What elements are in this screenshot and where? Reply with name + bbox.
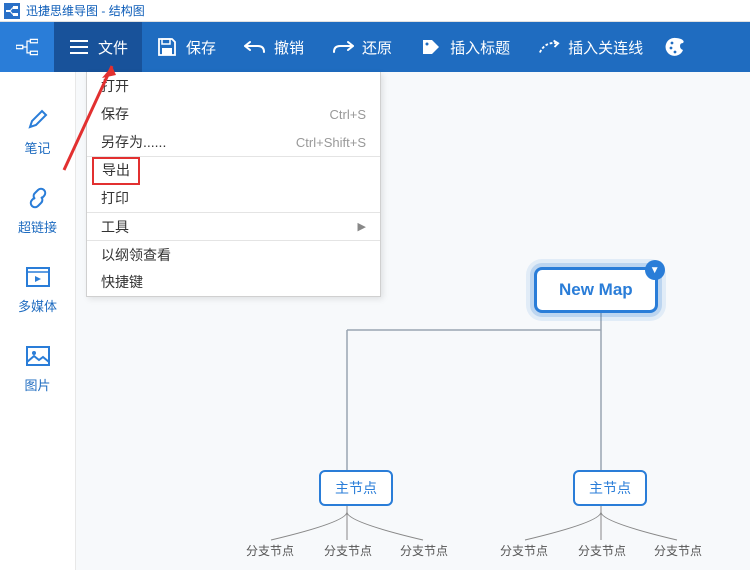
menu-open-label: 打开 <box>101 76 129 96</box>
file-menu-button[interactable]: 文件 <box>54 22 142 72</box>
main-node-1-label: 主节点 <box>335 480 377 496</box>
palette-button[interactable] <box>657 22 695 72</box>
undo-label: 撤销 <box>274 37 304 58</box>
curve-arrow-icon <box>538 36 560 58</box>
root-node-label: New Map <box>559 280 633 299</box>
menu-save-shortcut: Ctrl+S <box>330 107 366 122</box>
menu-outline[interactable]: 以纲领查看 <box>87 240 380 268</box>
link-icon <box>25 185 51 211</box>
sidebar-note-label: 笔记 <box>24 138 50 157</box>
leaf-node-4[interactable]: 分支节点 <box>500 542 548 559</box>
save-button[interactable]: 保存 <box>142 22 230 72</box>
toolbar: 文件 保存 撤销 还原 插入标题 插入关连线 <box>0 22 750 72</box>
sidebar-item-hyperlink[interactable]: 超链接 <box>0 175 75 254</box>
titlebar: 迅捷思维导图 - 结构图 <box>0 0 750 22</box>
main-node-1[interactable]: 主节点 <box>319 470 393 506</box>
root-node[interactable]: New Map ▼ <box>534 267 658 313</box>
sidebar-hyperlink-label: 超链接 <box>18 217 57 236</box>
leaf-node-2[interactable]: 分支节点 <box>324 542 372 559</box>
menu-print-label: 打印 <box>101 188 129 208</box>
leaf-node-1[interactable]: 分支节点 <box>246 542 294 559</box>
menu-save-as-shortcut: Ctrl+Shift+S <box>296 135 366 150</box>
insert-link-button[interactable]: 插入关连线 <box>524 22 657 72</box>
main-node-2[interactable]: 主节点 <box>573 470 647 506</box>
mindmap-icon-button[interactable] <box>0 22 54 72</box>
insert-title-button[interactable]: 插入标题 <box>406 22 524 72</box>
export-highlight: 导出 <box>92 157 140 185</box>
media-icon <box>25 264 51 290</box>
menu-save[interactable]: 保存 Ctrl+S <box>87 100 380 128</box>
file-dropdown: 打开 保存 Ctrl+S 另存为...... Ctrl+Shift+S 导出 打… <box>86 72 381 297</box>
sidebar-item-image[interactable]: 图片 <box>0 333 75 412</box>
sidebar: 笔记 超链接 多媒体 图片 <box>0 72 76 570</box>
menu-tools[interactable]: 工具 ▶ <box>87 212 380 240</box>
collapse-toggle-icon[interactable]: ▼ <box>645 260 665 280</box>
sidebar-item-note[interactable]: 笔记 <box>0 96 75 175</box>
menu-print[interactable]: 打印 <box>87 184 380 212</box>
image-icon <box>25 343 51 369</box>
menu-tools-label: 工具 <box>101 217 129 237</box>
file-label: 文件 <box>98 37 128 58</box>
redo-icon <box>332 36 354 58</box>
menu-outline-label: 以纲领查看 <box>101 245 171 265</box>
menu-icon <box>68 36 90 58</box>
mindmap-icon <box>16 36 38 58</box>
sidebar-item-media[interactable]: 多媒体 <box>0 254 75 333</box>
leaf-node-6[interactable]: 分支节点 <box>654 542 702 559</box>
redo-label: 还原 <box>362 37 392 58</box>
menu-save-label: 保存 <box>101 104 129 124</box>
menu-save-as-label: 另存为...... <box>101 132 166 152</box>
sidebar-image-label: 图片 <box>24 375 50 394</box>
save-icon <box>156 36 178 58</box>
save-label: 保存 <box>186 37 216 58</box>
leaf-node-5[interactable]: 分支节点 <box>578 542 626 559</box>
insert-title-label: 插入标题 <box>450 37 510 58</box>
app-title: 迅捷思维导图 - 结构图 <box>26 2 145 19</box>
menu-save-as[interactable]: 另存为...... Ctrl+Shift+S <box>87 128 380 156</box>
leaf-node-3[interactable]: 分支节点 <box>400 542 448 559</box>
app-icon <box>4 3 20 19</box>
tag-icon <box>420 36 442 58</box>
menu-export[interactable]: 导出 <box>87 156 380 184</box>
sidebar-media-label: 多媒体 <box>18 296 57 315</box>
menu-open[interactable]: 打开 <box>87 72 380 100</box>
menu-shortcuts[interactable]: 快捷键 <box>87 268 380 296</box>
undo-icon <box>244 36 266 58</box>
menu-shortcuts-label: 快捷键 <box>101 272 143 292</box>
redo-button[interactable]: 还原 <box>318 22 406 72</box>
main-node-2-label: 主节点 <box>589 480 631 496</box>
undo-button[interactable]: 撤销 <box>230 22 318 72</box>
palette-icon <box>665 36 687 58</box>
menu-export-label: 导出 <box>102 162 130 178</box>
insert-link-label: 插入关连线 <box>568 37 643 58</box>
submenu-arrow-icon: ▶ <box>358 220 366 233</box>
pencil-icon <box>25 106 51 132</box>
